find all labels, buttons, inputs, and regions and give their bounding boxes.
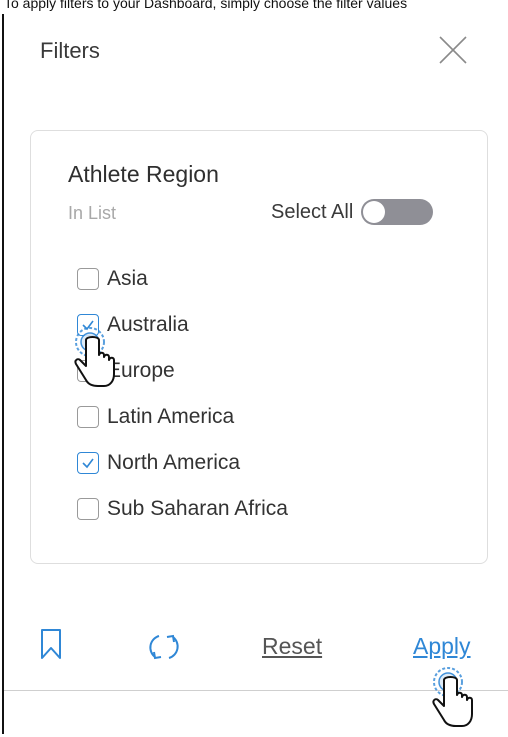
filter-name: Athlete Region (68, 161, 219, 187)
toggle-switch[interactable] (361, 199, 434, 225)
option-label: Asia (107, 267, 148, 290)
option-label: Sub Saharan Africa (107, 497, 288, 520)
option-label: Australia (107, 313, 189, 336)
hand-pointer-icon (428, 666, 478, 737)
checkbox[interactable] (77, 268, 99, 290)
checkbox[interactable] (77, 498, 99, 520)
filter-card: Athlete Region In List Select All Asia A… (30, 130, 488, 564)
option-asia[interactable]: Asia (77, 256, 288, 302)
select-all-toggle[interactable]: Select All (271, 199, 434, 225)
checkmark-icon (82, 320, 94, 331)
option-europe[interactable]: Europe (77, 348, 288, 394)
apply-button[interactable]: Apply (413, 633, 471, 660)
checkmark-icon (82, 458, 94, 469)
filter-mode: In List (68, 203, 117, 223)
close-icon[interactable] (436, 33, 470, 67)
frame-left-border (2, 14, 4, 734)
option-list: Asia Australia Europe Latin America Nort… (77, 256, 288, 532)
option-north-america[interactable]: North America (77, 440, 288, 486)
checkbox-checked[interactable] (77, 452, 99, 474)
toggle-knob (363, 201, 386, 223)
option-australia[interactable]: Australia (77, 302, 288, 348)
checkbox-checked[interactable] (77, 314, 99, 336)
bookmark-icon[interactable] (40, 628, 62, 665)
option-label: Europe (107, 359, 175, 382)
refresh-icon[interactable] (145, 630, 183, 669)
option-label: Latin America (107, 405, 235, 428)
panel-title: Filters (40, 38, 100, 63)
option-sub-saharan-africa[interactable]: Sub Saharan Africa (77, 486, 288, 532)
reset-button[interactable]: Reset (262, 633, 322, 660)
option-latin-america[interactable]: Latin America (77, 394, 288, 440)
instruction-caption: To apply filters to your Dashboard, simp… (4, 0, 408, 11)
checkbox[interactable] (77, 360, 99, 382)
option-label: North America (107, 451, 241, 474)
checkbox[interactable] (77, 406, 99, 428)
select-all-label: Select All (271, 200, 354, 223)
footer-divider (4, 690, 508, 691)
